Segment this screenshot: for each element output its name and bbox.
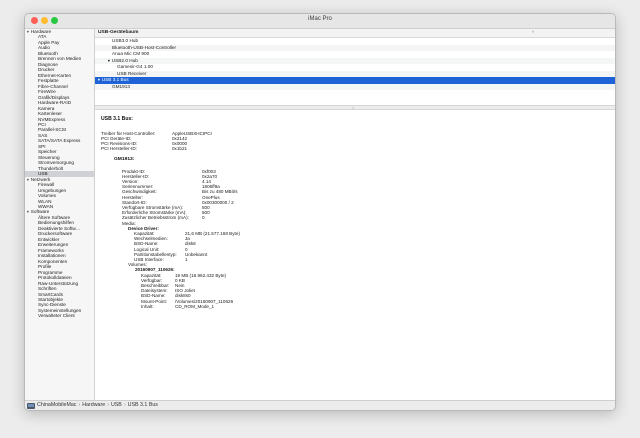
detail-pane: USB 3.1 Bus: Treiber für Host-Controller… (95, 110, 615, 400)
disclosure-triangle-icon[interactable]: ▼ (107, 59, 111, 63)
disclosure-triangle-icon[interactable]: ▼ (26, 178, 30, 182)
breadcrumb-item-usb[interactable]: USB (111, 402, 122, 408)
tree-header[interactable]: USB-Gerätebaum ^ (95, 29, 615, 38)
sidebar-item-verwalteter-client[interactable]: Verwalteter Client (25, 313, 94, 318)
tree-row-label: Anua Mic CM 900 (112, 51, 150, 56)
breadcrumb-separator: › (107, 402, 109, 408)
window-title: iMac Pro (308, 16, 332, 22)
breadcrumb: ChinaMobileMac › Hardware › USB › USB 3.1 Bus (37, 402, 158, 408)
breadcrumb-item-hardware[interactable]: Hardware (82, 402, 105, 408)
disclosure-triangle-icon[interactable]: ▼ (26, 210, 30, 214)
sort-arrow-icon[interactable]: ^ (532, 29, 534, 37)
bus-info-key: PCI Hersteller-ID: (101, 146, 137, 152)
title-bar[interactable]: iMac Pro (25, 14, 615, 29)
system-information-window: iMac Pro ▼Hardware ATA Apple Pay Audio Bluet… (24, 13, 616, 411)
driver-info-value: 1 (185, 257, 188, 262)
main-content: USB-Gerätebaum ^ USB3.0 Hub Bluetooth-USB… (95, 29, 615, 400)
detail-title: USB 3.1 Bus: (101, 116, 133, 122)
sidebar-category-label: Netzwerk (30, 176, 51, 182)
bus-info-value: 0x1b21 (172, 146, 188, 152)
tree-row-label: GM1913 (112, 83, 130, 89)
breadcrumb-separator: › (78, 402, 81, 408)
tree-header-label: USB-Gerätebaum (98, 30, 139, 35)
sidebar-category-label: Hardware (30, 29, 52, 34)
tree-row[interactable]: GM1913 (95, 83, 615, 90)
breadcrumb-separator: › (123, 402, 126, 408)
driver-info-value: Unbekannt (185, 251, 208, 257)
tree-row-label: Bluetooth-USB-Host-Controller (112, 44, 177, 50)
status-bar: ChinaMobileMac › Hardware › USB › USB 3.1 Bus (25, 400, 615, 410)
computer-icon (27, 403, 35, 409)
disclosure-triangle-icon[interactable]: ▼ (26, 30, 30, 34)
sidebar-category-label: Software (30, 209, 50, 215)
tree-row-label: Gamesir-G4 1.00 (117, 64, 153, 69)
tree-row-label: USB Receiver (117, 70, 147, 76)
tree-row-label: USB2.0 Hub (111, 57, 138, 63)
volume-info-key: Inhalt: (141, 303, 154, 309)
device-info-value: 0 (202, 215, 205, 221)
sidebar: ▼Hardware ATA Apple Pay Audio Bluetooth Brenn… (25, 29, 95, 400)
volume-info-value: CD_ROM_Mode_1 (175, 303, 215, 309)
usb-device-tree: USB-Gerätebaum ^ USB3.0 Hub Bluetooth-USB… (95, 29, 615, 105)
device-title: GM1913: (114, 156, 135, 162)
breadcrumb-item-usb-3-1-bus[interactable]: USB 3.1 Bus (128, 402, 158, 408)
tree-rows: USB3.0 Hub Bluetooth-USB-Host-Controller A… (95, 38, 615, 90)
tree-row-label: USB3.0 Hub (112, 38, 139, 43)
tree-row-label: USB 3.1 Bus (101, 77, 129, 82)
disclosure-triangle-icon[interactable]: ▼ (97, 78, 101, 82)
driver-info-value: 21,6 MB (21.577.168 Byte) (185, 231, 240, 236)
breadcrumb-item-chinamobilemac[interactable]: ChinaMobileMac (37, 402, 76, 408)
